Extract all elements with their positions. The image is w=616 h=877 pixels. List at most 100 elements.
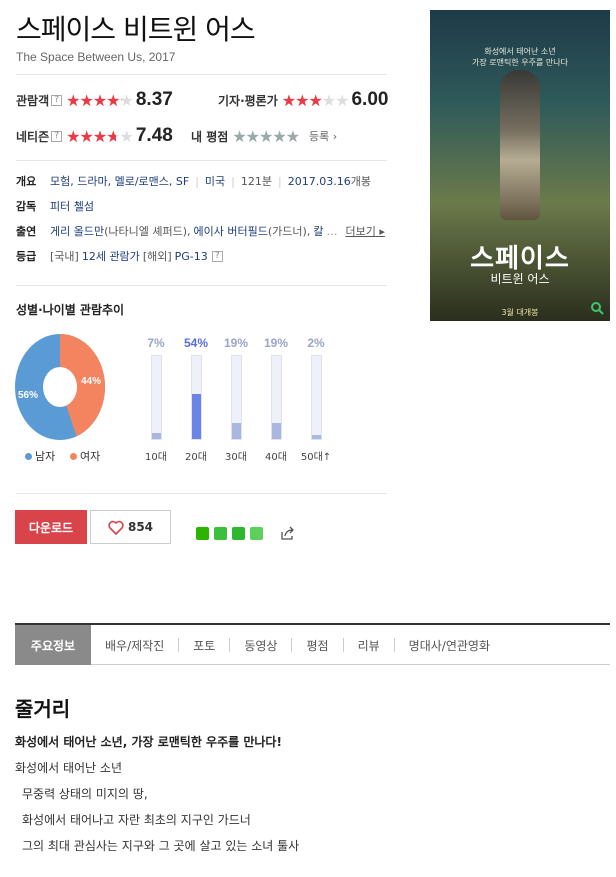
director-row: 감독 피터 첼섬 [16, 198, 94, 214]
my-rating-stars[interactable]: ★★★★★ ★★★★★ [232, 127, 300, 146]
story-line: 화성에서 태어나고 자란 최초의 지구인 가드너 [22, 813, 251, 827]
ellipsis: … [326, 224, 338, 238]
help-icon[interactable]: ? [51, 130, 63, 142]
separator: | [278, 174, 282, 188]
story-headline: 화성에서 태어난 소년, 가장 로맨틱한 우주를 만나다! [15, 735, 282, 749]
tab-2[interactable]: 배우/제작진 [91, 625, 178, 665]
grade-label: 등급 [16, 250, 37, 263]
age-label: 20대 [185, 452, 207, 463]
female-legend: 여자 [70, 448, 100, 464]
divider [16, 160, 387, 161]
overseas-rating-link[interactable]: PG-13 [175, 250, 208, 263]
tab-5[interactable]: 평점 [292, 625, 342, 665]
male-pct-label: 56% [18, 390, 38, 401]
audience-stars: ★★★★★★★★★★ [66, 90, 134, 110]
movie-title: 스페이스 비트윈 어스 [16, 13, 256, 46]
age-pct-label: 2% [307, 336, 325, 350]
info-tabs: 주요정보 배우/제작진 포토 동영상 평점 리뷰 명대사/연관영화 [15, 623, 610, 665]
netizen-score: 7.48 [135, 125, 173, 146]
movie-subtitle: The Space Between Us, 2017 [16, 50, 176, 64]
age-pct-label: 54% [183, 336, 209, 350]
story-line: 무중력 상태의 미지의 땅, [22, 787, 148, 801]
tab-4[interactable]: 동영상 [230, 625, 291, 665]
my-rating-label: 내 평점 [191, 129, 229, 144]
netizen-rating-label: 네티즌 [16, 129, 50, 144]
netizen-rating: 네티즌 ? ★★★★★★★★★★ 7.48 [16, 124, 173, 148]
kakao-icon[interactable] [214, 527, 227, 540]
director-link[interactable]: 피터 첼섬 [50, 198, 94, 214]
male-legend-label: 남자 [35, 450, 56, 463]
more-cast-link[interactable]: 더보기 ▸ [345, 223, 384, 239]
story-heading: 줄거리 [15, 697, 71, 721]
rating-grade-row: 등급 [국내] 12세 관람가 [해외] PG-13 ? [16, 248, 223, 264]
search-icon[interactable] [590, 301, 604, 315]
overview-label: 개요 [16, 175, 37, 188]
download-button[interactable]: 다운로드 [15, 510, 87, 544]
divider [16, 493, 387, 494]
divider [16, 74, 387, 75]
tab-7[interactable]: 명대사/연관영화 [395, 625, 504, 665]
age-label: 50대↑ [300, 452, 332, 463]
cast-role-2: (가드너), [267, 225, 311, 238]
overseas-tag: [해외] [142, 250, 172, 263]
poster-figure [500, 70, 540, 220]
female-pct-label: 44% [81, 376, 101, 387]
cast-row: 출연 게리 올드만 (나타니엘 셰퍼드), 에이사 버터필드 (가드너), 칼 … [16, 223, 385, 239]
male-dot [25, 452, 32, 460]
story-line: 그의 최대 관심사는 지구와 그 곳에 살고 있는 소녀 툴사 [22, 839, 300, 853]
age-bar-fill [232, 423, 241, 439]
tab-6[interactable]: 리뷰 [344, 625, 394, 665]
tab-3[interactable]: 포토 [179, 625, 229, 665]
poster-release: 3월 대개봉 [501, 308, 539, 317]
critic-score: 6.00 [351, 89, 389, 110]
age-pct-label: 19% [263, 336, 289, 350]
overview-row: 개요 모험, 드라마, 멜로/로맨스, SF | 미국 | 121분 | 201… [16, 173, 371, 189]
help-icon[interactable]: ? [51, 94, 63, 106]
register-rating-link[interactable]: 등록 › [309, 128, 337, 144]
cast-link-3[interactable]: 칼 [313, 223, 323, 239]
poster-tagline: 화성에서 태어난 소년 가장 로맨틱한 우주를 만나다 [430, 46, 610, 68]
genre-links[interactable]: 모험, 드라마, 멜로/로맨스, SF [50, 173, 189, 189]
like-button[interactable]: 854 [90, 510, 171, 544]
like-count: 854 [127, 520, 154, 534]
age-pct-label: 7% [147, 336, 165, 350]
help-icon[interactable]: ? [211, 250, 223, 262]
share-icon[interactable] [280, 526, 296, 541]
naver-band-icon[interactable] [196, 527, 209, 540]
age-bar [151, 355, 162, 440]
netizen-stars: ★★★★★★★★★★ [66, 126, 134, 146]
bookmark-icon[interactable] [232, 527, 245, 540]
male-legend: 남자 [25, 448, 55, 464]
release-suffix: 개봉 [350, 175, 371, 188]
cast-link-1[interactable]: 게리 올드만 [50, 223, 104, 239]
tab-1[interactable]: 주요정보 [15, 625, 91, 665]
movie-poster[interactable]: 화성에서 태어난 소년 가장 로맨틱한 우주를 만나다 스페이스 비트윈 어스 … [430, 10, 610, 321]
poster-subtitle: 비트윈 어스 [490, 272, 550, 286]
separator: | [195, 174, 199, 188]
my-rating: 내 평점 ★★★★★ ★★★★★ 등록 › [191, 124, 337, 148]
age-bar [311, 355, 322, 440]
gender-donut-chart: 56% 44% [15, 334, 105, 440]
line-icon[interactable] [250, 527, 263, 540]
director-label: 감독 [16, 200, 37, 213]
country-link[interactable]: 미국 [205, 173, 225, 189]
female-legend-label: 여자 [80, 450, 101, 463]
age-bar [191, 355, 202, 440]
age-label: 10대 [145, 452, 167, 463]
age-pct-label: 19% [223, 336, 249, 350]
release-date-link[interactable]: 2017.03.16 [288, 175, 351, 188]
chevron-right-icon: › [332, 130, 338, 143]
age-bar-fill [272, 423, 281, 439]
audience-score: 8.37 [135, 89, 173, 110]
chevron-right-icon: ▸ [379, 225, 385, 238]
divider [16, 285, 387, 286]
poster-tagline-2: 가장 로맨틱한 우주를 만나다 [472, 58, 568, 67]
age-label: 30대 [225, 452, 247, 463]
story-line: 화성에서 태어난 소년 [15, 761, 122, 775]
cast-link-2[interactable]: 에이사 버터필드 [194, 223, 268, 239]
domestic-rating-link[interactable]: 12세 관람가 [82, 248, 140, 264]
critic-rating-label: 기자·평론가 [218, 93, 278, 108]
demographics-title: 성별·나이별 관람추이 [16, 303, 125, 317]
more-label: 더보기 [345, 225, 376, 238]
heart-icon [108, 520, 124, 535]
